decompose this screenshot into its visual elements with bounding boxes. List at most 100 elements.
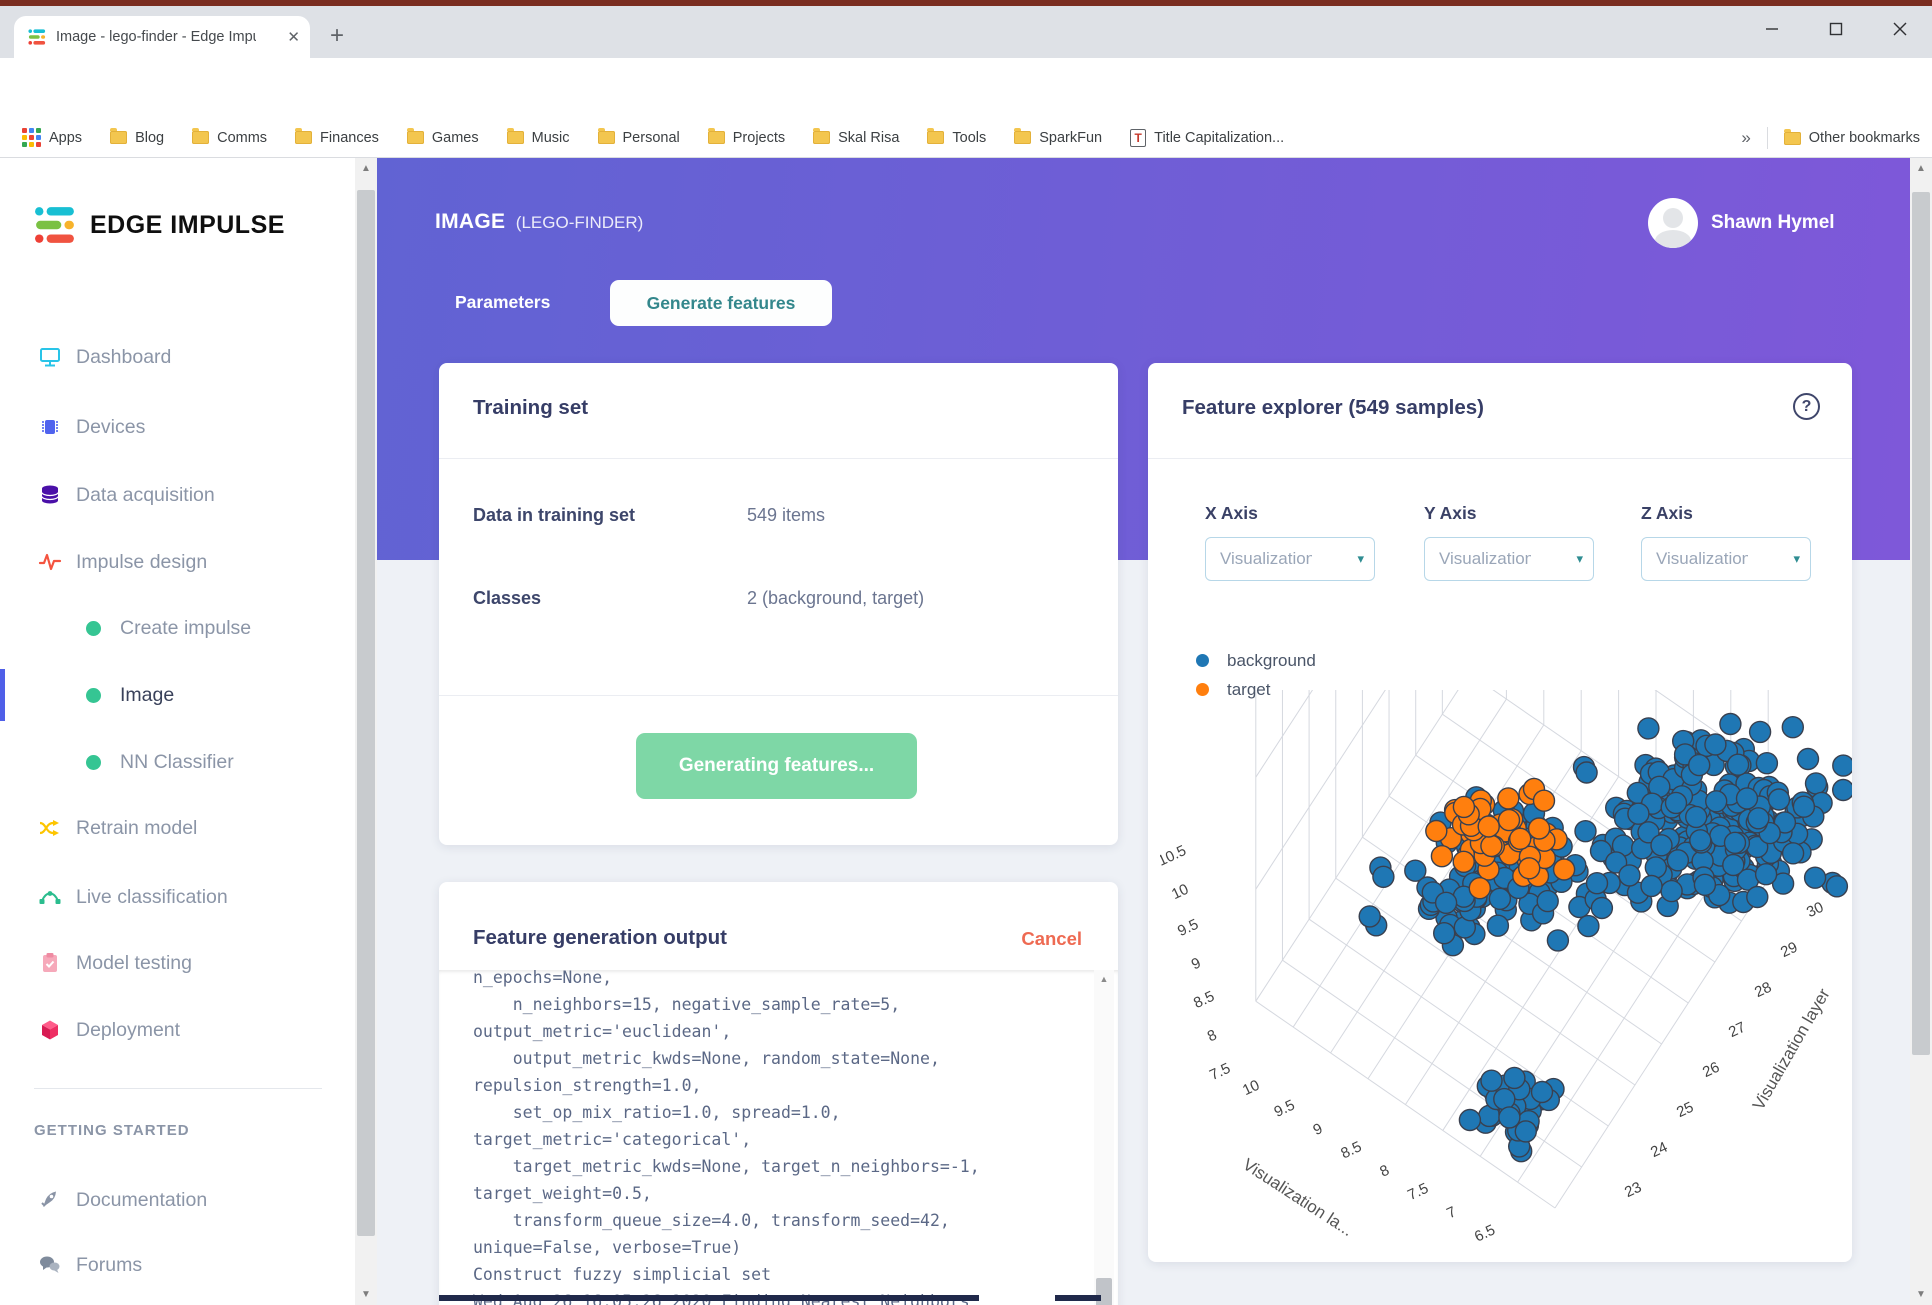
green-dot-icon <box>86 754 101 770</box>
page-scrollbar[interactable]: ▲ ▼ <box>1910 158 1932 1305</box>
next-section-edge <box>1055 1295 1101 1301</box>
logo-text: EDGE IMPULSE <box>90 210 285 239</box>
user-name: Shawn Hymel <box>1711 212 1835 233</box>
bookmark-label: Finances <box>320 129 379 146</box>
scroll-down-icon[interactable]: ▼ <box>1910 1289 1932 1300</box>
chevron-down-icon: ▾ <box>1793 551 1800 566</box>
sidebar-item-dashboard[interactable]: Dashboard <box>0 329 355 385</box>
console-scrollbar[interactable]: ▲ <box>1094 970 1114 1305</box>
user-avatar <box>1648 198 1698 248</box>
bookmark-games[interactable]: Games <box>406 128 479 146</box>
data-point-background <box>1755 751 1779 775</box>
sidebar: EDGE IMPULSE Dashboard Devices Data acqu… <box>0 158 355 1305</box>
sidebar-item-data-acquisition[interactable]: Data acquisition <box>0 467 355 523</box>
sidebar-item-impulse-design[interactable]: Impulse design <box>0 534 355 590</box>
edge-impulse-logo[interactable]: EDGE IMPULSE <box>34 204 285 246</box>
bookmark-music[interactable]: Music <box>506 128 570 146</box>
tab-close-icon[interactable]: ✕ <box>287 28 300 46</box>
chevron-down-icon: ▾ <box>1576 551 1583 566</box>
sidebar-item-image[interactable]: Image <box>0 667 355 723</box>
data-point-background <box>1650 834 1673 857</box>
maximize-icon[interactable] <box>1804 6 1868 52</box>
bookmark-finances[interactable]: Finances <box>295 128 379 146</box>
tab-title: Image - lego-finder - Edge Impul <box>56 29 256 45</box>
bookmark-apps[interactable]: Apps <box>22 128 82 147</box>
bookmark-personal[interactable]: Personal <box>597 128 680 146</box>
axis-tick: 6.5 <box>1472 1221 1498 1245</box>
data-point-background <box>1434 891 1458 915</box>
feature-generation-card: Feature generation output Cancel n_epoch… <box>439 882 1118 1305</box>
bookmark-sparkfun[interactable]: SparkFun <box>1014 128 1103 146</box>
z-axis-select[interactable]: Visualization ▾ <box>1641 537 1811 581</box>
right-axis-title: Visualization layer <box>1749 985 1834 1113</box>
scroll-up-icon[interactable]: ▲ <box>355 163 377 174</box>
other-bookmarks[interactable]: Other bookmarks <box>1783 128 1920 146</box>
axis-tick: 27 <box>1726 1019 1748 1041</box>
scroll-up-icon[interactable]: ▲ <box>1094 974 1114 984</box>
bookmarks-overflow-chevron[interactable]: » <box>1741 128 1750 148</box>
new-tab-icon[interactable]: + <box>330 24 344 48</box>
axis-tick: 10.5 <box>1160 842 1189 870</box>
folder-icon <box>1014 128 1032 144</box>
sidebar-item-nn-classifier[interactable]: NN Classifier <box>0 734 355 790</box>
data-point-background <box>1585 871 1609 895</box>
feature-explorer-3d-plot[interactable]: 10.5 10 9.5 9 8.5 8 7.5 10 9.5 9 8.5 8 7.5 7 6.5 302928… <box>1160 690 1852 1262</box>
feature-explorer-title: Feature explorer (549 samples) <box>1182 396 1484 419</box>
close-icon[interactable] <box>1868 6 1932 52</box>
axis-tick: 30 <box>1804 899 1826 921</box>
generating-features-button[interactable]: Generating features... <box>636 733 917 799</box>
axis-tick: 8 <box>1205 1026 1220 1045</box>
bookmark-label: SparkFun <box>1039 129 1103 146</box>
sidebar-scrollbar[interactable]: ▲ ▼ <box>355 158 377 1305</box>
data-point-target <box>1509 827 1532 851</box>
sidebar-item-forums[interactable]: Forums <box>0 1237 355 1293</box>
console-line: unique=False, verbose=True) <box>473 1238 742 1257</box>
bookmark-comms[interactable]: Comms <box>192 128 267 146</box>
console-line: repulsion_strength=1.0, <box>473 1076 702 1095</box>
z-axis-label: Z Axis <box>1641 503 1693 523</box>
sidebar-item-model-testing[interactable]: Model testing <box>0 935 355 991</box>
scrollbar-thumb[interactable] <box>1912 192 1930 1055</box>
legend-item-background[interactable]: background <box>1196 646 1316 675</box>
y-axis-column: Y Axis Visualization ▾ <box>1424 503 1594 581</box>
y-axis-select[interactable]: Visualization ▾ <box>1424 537 1594 581</box>
sidebar-item-deployment[interactable]: Deployment <box>0 1002 355 1058</box>
tab-parameters[interactable]: Parameters <box>455 292 550 313</box>
green-dot-icon <box>86 620 101 636</box>
cancel-link[interactable]: Cancel <box>1021 928 1082 950</box>
data-point-background <box>1754 862 1778 886</box>
scrollbar-thumb[interactable] <box>357 190 375 1236</box>
console-line: output_metric='euclidean', <box>473 1022 732 1041</box>
data-point-background <box>1832 754 1852 777</box>
data-point-background <box>1574 819 1597 843</box>
browser-tab[interactable]: Image - lego-finder - Edge Impul ✕ <box>14 16 310 58</box>
sidebar-item-live-classification[interactable]: Live classification <box>0 869 355 925</box>
bezier-icon <box>38 885 62 909</box>
scroll-up-icon[interactable]: ▲ <box>1910 163 1932 174</box>
legend-dot <box>1196 654 1209 667</box>
help-icon[interactable]: ? <box>1793 393 1820 420</box>
bookmark-projects[interactable]: Projects <box>707 128 785 146</box>
bookmark-tools[interactable]: Tools <box>927 128 986 146</box>
axis-tick: 10 <box>1169 881 1191 903</box>
minimize-icon[interactable] <box>1740 6 1804 52</box>
console-output[interactable]: n_epochs=None, n_neighbors=15, negative_… <box>439 970 1118 1305</box>
sidebar-item-create-impulse[interactable]: Create impulse <box>0 600 355 656</box>
bookmark-label: Skal Risa <box>838 129 900 146</box>
x-axis-select[interactable]: Visualization ▾ <box>1205 537 1375 581</box>
data-point-target <box>1477 815 1500 838</box>
bookmark-blog[interactable]: Blog <box>110 128 164 146</box>
user-box[interactable]: Shawn Hymel <box>1648 198 1835 248</box>
row-value: 549 items <box>747 505 826 525</box>
bookmark-skal-risa[interactable]: Skal Risa <box>813 128 900 146</box>
sidebar-item-devices[interactable]: Devices <box>0 399 355 455</box>
sidebar-item-documentation[interactable]: Documentation <box>0 1172 355 1228</box>
data-point-background <box>1590 896 1614 920</box>
tab-generate-features[interactable]: Generate features <box>610 280 832 326</box>
data-point-target <box>1552 858 1576 881</box>
sidebar-item-retrain-model[interactable]: Retrain model <box>0 800 355 856</box>
scroll-down-icon[interactable]: ▼ <box>355 1289 377 1300</box>
bookmark-title-capitalization-[interactable]: T Title Capitalization... <box>1130 128 1284 147</box>
browser-toolbar: ← → ⟳ studio.edgeimpulse.com/studio/5941… <box>0 58 1932 163</box>
axis-tick: 23 <box>1622 1179 1644 1201</box>
